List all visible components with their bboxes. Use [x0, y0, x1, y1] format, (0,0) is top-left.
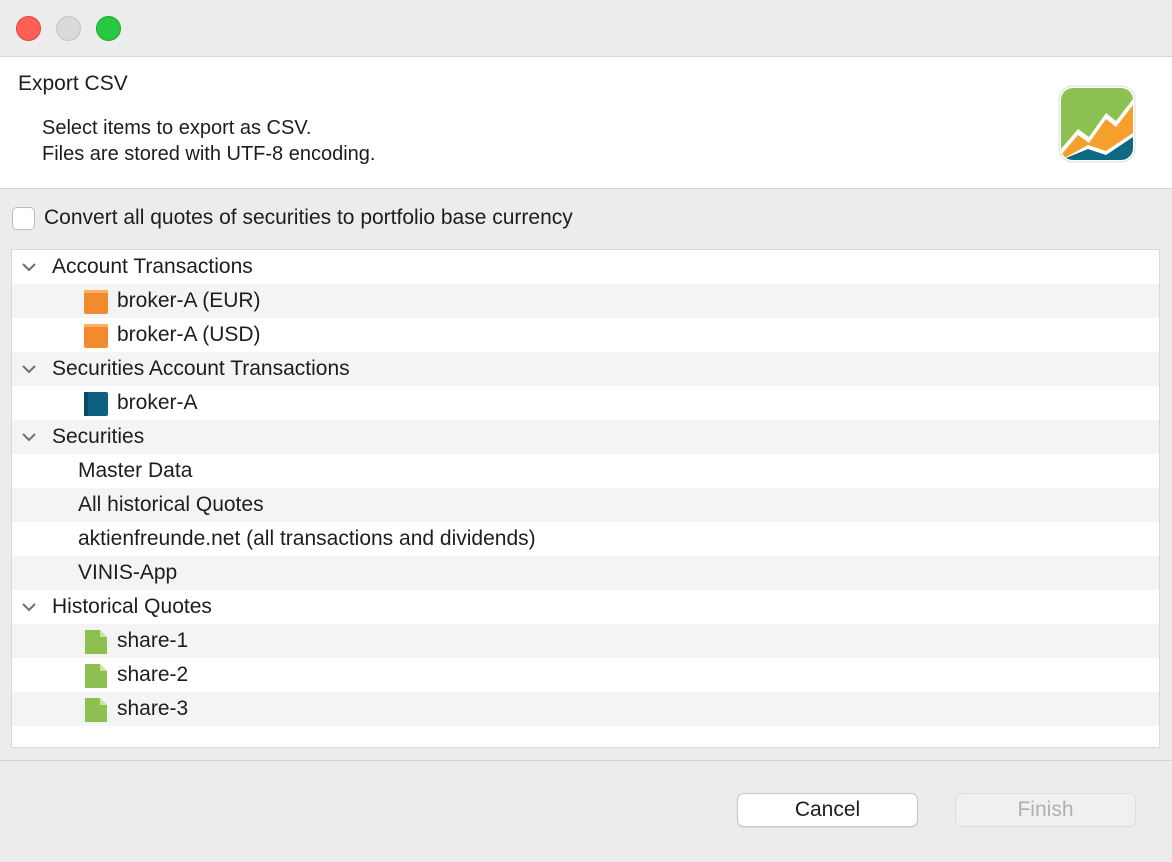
security-icon: [85, 630, 107, 654]
chevron-down-icon[interactable]: [20, 360, 38, 378]
dialog-message-line-2: Files are stored with UTF-8 encoding.: [42, 143, 376, 165]
convert-currency-label: Convert all quotes of securities to port…: [44, 206, 573, 229]
security-icon: [85, 698, 107, 722]
export-tree[interactable]: Account Transactions broker-A (EUR) brok…: [11, 249, 1160, 748]
tree-group-label: Securities: [52, 425, 145, 448]
dialog-title: Export CSV: [18, 72, 128, 95]
tree-item[interactable]: share-1: [12, 624, 1159, 658]
tree-item-label: broker-A (EUR): [117, 289, 261, 312]
tree-item[interactable]: VINIS-App: [12, 556, 1159, 590]
dialog-message: Select items to export as CSV. Files are…: [42, 115, 375, 167]
tree-item[interactable]: Master Data: [12, 454, 1159, 488]
dialog-message-line-1: Select items to export as CSV.: [42, 117, 312, 139]
account-icon: [84, 324, 108, 348]
close-window-button[interactable]: [16, 16, 41, 41]
portfolio-icon: [84, 392, 108, 416]
app-logo-icon: [1058, 85, 1136, 163]
tree-item[interactable]: aktienfreunde.net (all transactions and …: [12, 522, 1159, 556]
tree-group-account-transactions[interactable]: Account Transactions: [12, 250, 1159, 284]
account-icon: [84, 290, 108, 314]
tree-item-label: broker-A (USD): [117, 323, 261, 346]
tree-item[interactable]: broker-A: [12, 386, 1159, 420]
tree-item[interactable]: All historical Quotes: [12, 488, 1159, 522]
tree-item[interactable]: share-3: [12, 692, 1159, 726]
tree-item-label: share-2: [117, 663, 189, 686]
convert-currency-option[interactable]: Convert all quotes of securities to port…: [12, 204, 573, 232]
tree-item-label: aktienfreunde.net (all transactions and …: [78, 527, 536, 550]
tree-item-label: VINIS-App: [78, 561, 178, 584]
tree-group-securities-account-transactions[interactable]: Securities Account Transactions: [12, 352, 1159, 386]
chevron-down-icon[interactable]: [20, 258, 38, 276]
tree-group-label: Account Transactions: [52, 255, 253, 278]
tree-item[interactable]: share-2: [12, 658, 1159, 692]
tree-item-label: All historical Quotes: [78, 493, 264, 516]
tree-group-label: Securities Account Transactions: [52, 357, 350, 380]
tree-group-label: Historical Quotes: [52, 595, 212, 618]
tree-item-label: share-1: [117, 629, 189, 652]
zoom-window-button[interactable]: [96, 16, 121, 41]
tree-group-securities[interactable]: Securities: [12, 420, 1159, 454]
dialog-header: Export CSV Select items to export as CSV…: [0, 57, 1172, 189]
tree-item[interactable]: broker-A (EUR): [12, 284, 1159, 318]
finish-button[interactable]: Finish: [955, 793, 1136, 827]
chevron-down-icon[interactable]: [20, 598, 38, 616]
tree-item[interactable]: broker-A (USD): [12, 318, 1159, 352]
tree-group-historical-quotes[interactable]: Historical Quotes: [12, 590, 1159, 624]
footer-divider: [0, 760, 1172, 761]
tree-item-label: Master Data: [78, 459, 193, 482]
convert-currency-checkbox[interactable]: [12, 206, 35, 230]
tree-item-label: broker-A: [117, 391, 198, 414]
minimize-window-button[interactable]: [56, 16, 81, 41]
security-icon: [85, 664, 107, 688]
title-bar: [0, 0, 1172, 57]
cancel-button[interactable]: Cancel: [737, 793, 918, 827]
tree-item-label: share-3: [117, 697, 189, 720]
chevron-down-icon[interactable]: [20, 428, 38, 446]
